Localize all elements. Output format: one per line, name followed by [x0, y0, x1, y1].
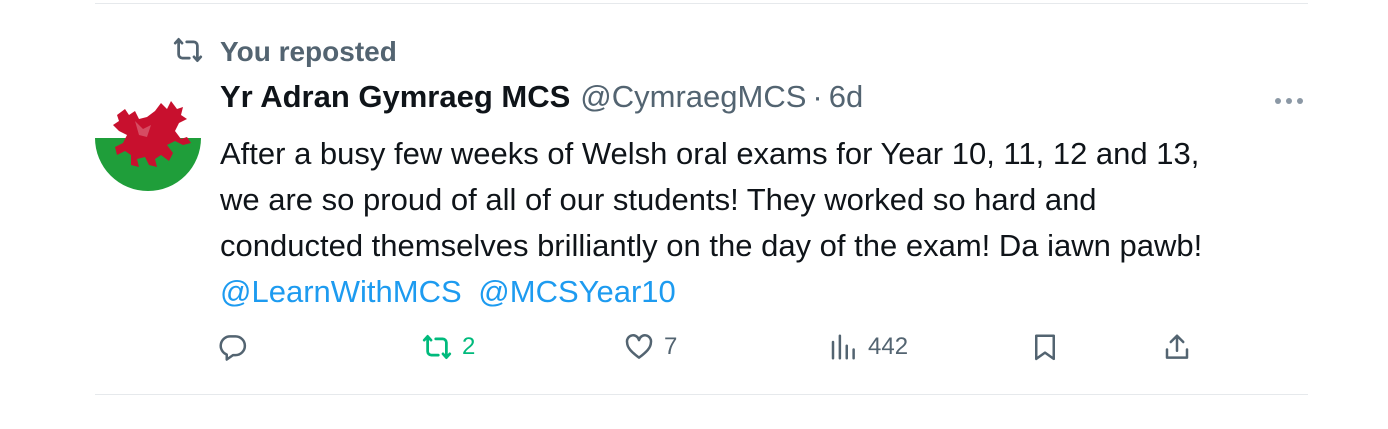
author-handle[interactable]: @CymraegMCS — [580, 79, 806, 115]
divider-bottom — [95, 394, 1308, 395]
share-button[interactable] — [1162, 330, 1192, 364]
avatar[interactable] — [95, 85, 201, 191]
bookmark-button[interactable] — [1030, 330, 1060, 364]
author-display-name[interactable]: Yr Adran Gymraeg MCS — [220, 79, 570, 115]
mention-link[interactable]: @LearnWithMCS — [220, 274, 462, 309]
views-icon — [831, 334, 855, 360]
timestamp[interactable]: 6d — [829, 79, 863, 115]
like-count: 7 — [664, 333, 678, 360]
bookmark-icon — [1035, 334, 1055, 361]
separator-dot: · — [812, 79, 823, 114]
tweet-text-line: we are so proud of all of our students! … — [220, 182, 1097, 217]
tweet-mentions: @LearnWithMCS @MCSYear10 — [220, 269, 1330, 315]
repost-banner[interactable]: You reposted — [173, 34, 397, 70]
like-button[interactable]: 7 — [624, 330, 677, 364]
mention-link[interactable]: @MCSYear10 — [478, 274, 675, 309]
heart-icon — [625, 334, 653, 359]
repost-count: 2 — [462, 333, 476, 360]
welsh-flag-dragon-icon — [95, 85, 201, 191]
repost-button[interactable]: 2 — [422, 330, 475, 364]
views-button[interactable]: 442 — [828, 330, 908, 364]
repost-icon — [173, 35, 203, 70]
reply-button[interactable] — [218, 330, 258, 364]
tweet-text: After a busy few weeks of Welsh oral exa… — [220, 131, 1330, 315]
tweet-header: Yr Adran Gymraeg MCS @CymraegMCS · 6d — [220, 79, 863, 119]
tweet-text-line: conducted themselves brilliantly on the … — [220, 228, 1203, 263]
tweet-text-line: After a busy few weeks of Welsh oral exa… — [220, 136, 1200, 171]
share-icon — [1165, 334, 1189, 359]
divider-top — [95, 3, 1308, 4]
more-dots-icon — [1275, 98, 1303, 104]
repost-label: You reposted — [220, 36, 397, 67]
more-options-button[interactable] — [1271, 88, 1307, 114]
reply-icon — [219, 335, 247, 361]
repost-icon — [422, 335, 452, 359]
views-count: 442 — [868, 333, 909, 360]
